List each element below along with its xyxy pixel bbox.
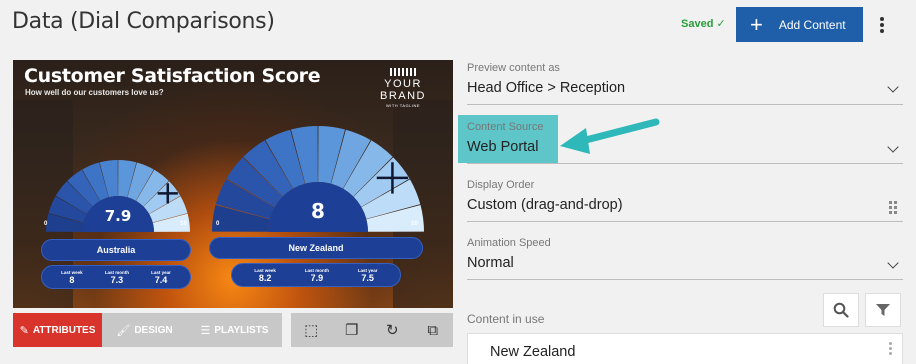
brand-mark	[363, 68, 443, 76]
animation-speed-field[interactable]: Animation Speed Normal	[467, 237, 903, 281]
list-icon: ☰	[200, 324, 211, 337]
display-order-field[interactable]: Display Order Custom (drag-and-drop)	[467, 179, 903, 223]
content-editor: Data (Dial Comparisons) Saved ✓ + Add Co…	[0, 0, 916, 364]
tab-design-label: DESIGN	[134, 324, 173, 336]
edit-icon: ✎	[19, 324, 29, 337]
plus-icon: +	[750, 11, 763, 37]
tab-attributes-label: ATTRIBUTES	[32, 324, 96, 336]
content-in-use-list: New Zealand	[467, 333, 903, 364]
tab-attributes[interactable]: ✎ ATTRIBUTES	[13, 313, 102, 347]
search-button[interactable]	[823, 293, 859, 327]
drag-handle-icon	[889, 201, 897, 214]
tab-design[interactable]: 🖌 DESIGN	[102, 313, 187, 347]
check-icon: ✓	[716, 18, 726, 30]
display-order-value: Custom (drag-and-drop)	[467, 197, 623, 213]
preview-title: Customer Satisfaction Score	[24, 65, 321, 87]
stat-last-month: Last month 7.3	[104, 269, 129, 285]
preview-subtitle: How well do our customers love us?	[25, 88, 164, 97]
filter-icon	[876, 304, 890, 316]
dial-left-value: 7.9	[104, 207, 132, 225]
filter-button[interactable]	[865, 293, 901, 327]
dial-right-stats: Last week 8.2 Last month 7.9 Last year 7.5	[231, 263, 401, 287]
popout-icon[interactable]: ⧉	[421, 322, 445, 339]
tab-playlists-label: PLAYLISTS	[214, 324, 269, 336]
content-preview: Customer Satisfaction Score How well do …	[13, 60, 453, 308]
stat-last-month: Last month 7.9	[304, 267, 329, 283]
preview-tools: ⬚ ❐ ↻ ⧉	[291, 313, 453, 347]
dial-left-stats: Last week 8 Last month 7.3 Last year 7.4	[41, 265, 191, 289]
animation-speed-label: Animation Speed	[467, 237, 551, 249]
list-item[interactable]: New Zealand	[490, 344, 575, 360]
dial-left-max: 10	[180, 221, 187, 227]
page-title: Data (Dial Comparisons)	[12, 9, 275, 34]
dial-right-min: 0	[216, 221, 220, 227]
dial-left-min: 0	[44, 221, 48, 227]
brand-logo: YOUR BRAND WITH TAGLINE	[363, 68, 443, 108]
stat-last-year: Last year 7.4	[151, 269, 171, 285]
add-content-label: Add Content	[778, 17, 846, 32]
brand-tagline: WITH TAGLINE	[385, 103, 421, 108]
dial-right-max: 10	[411, 221, 418, 227]
dial-right-value: 8	[311, 199, 325, 223]
drag-handle-icon[interactable]	[889, 342, 892, 355]
stat-last-year: Last year 7.5	[357, 267, 378, 283]
stat-last-week: Last week 8	[61, 269, 83, 285]
preview-as-field[interactable]: Preview content as Head Office > Recepti…	[467, 62, 903, 106]
animation-speed-value: Normal	[467, 255, 514, 271]
saved-status: Saved ✓	[681, 17, 726, 30]
preview-as-value: Head Office > Reception	[467, 80, 626, 96]
dial-right-label: New Zealand	[209, 237, 423, 259]
select-area-icon[interactable]: ⬚	[299, 321, 323, 339]
saved-label: Saved	[681, 18, 714, 30]
display-order-label: Display Order	[467, 179, 535, 191]
add-content-button[interactable]: + Add Content	[736, 7, 863, 42]
more-options-icon[interactable]	[876, 14, 888, 36]
search-icon	[833, 302, 849, 318]
preview-as-label: Preview content as	[467, 62, 560, 74]
brush-icon: 🖌	[116, 324, 131, 337]
stat-last-week: Last week 8.2	[254, 267, 276, 283]
content-source-value: Web Portal	[467, 139, 539, 155]
tab-playlists[interactable]: ☰ PLAYLISTS	[187, 313, 282, 347]
dial-left-label: Australia	[41, 239, 191, 261]
content-source-field[interactable]: Content Source Web Portal	[467, 121, 903, 165]
brand-name: YOUR BRAND	[379, 78, 426, 102]
annotation-arrow-icon	[560, 118, 660, 154]
content-source-label: Content Source	[467, 121, 544, 133]
refresh-icon[interactable]: ↻	[380, 321, 404, 339]
layers-icon[interactable]: ❐	[340, 321, 364, 339]
